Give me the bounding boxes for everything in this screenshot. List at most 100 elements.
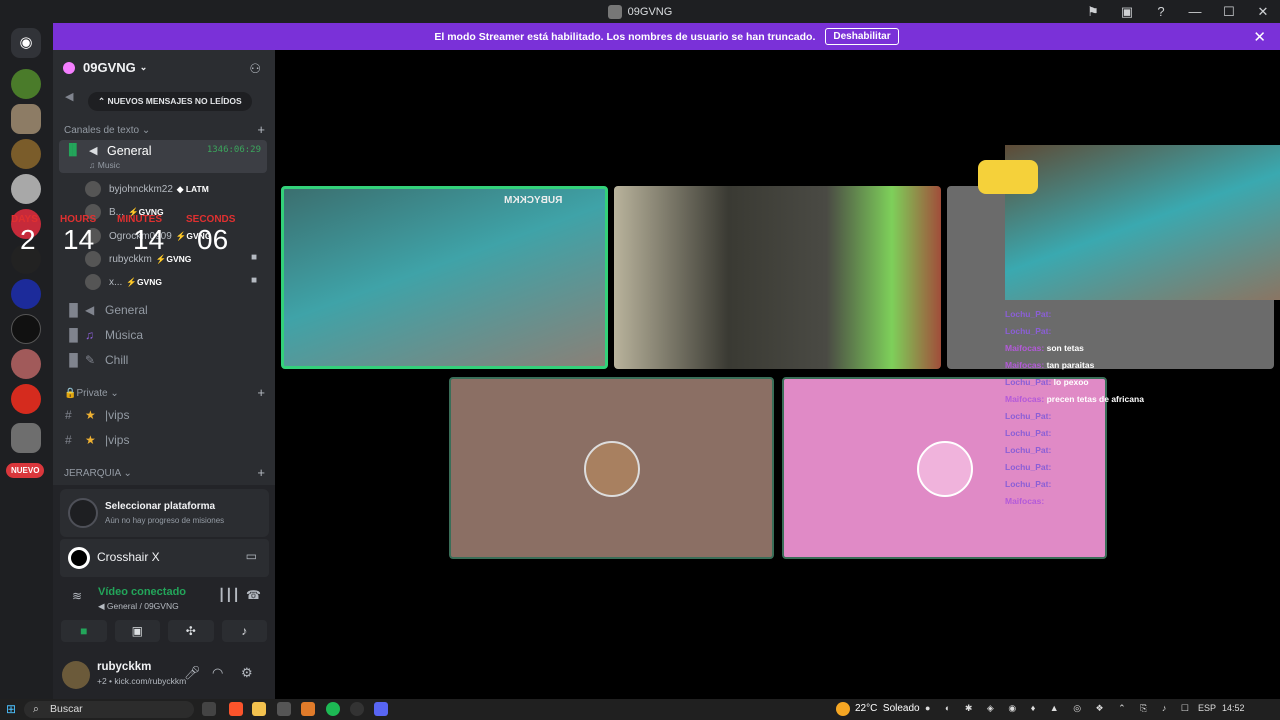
voice-status-subtitle[interactable]: ◀ General / 09GVNG [98,601,179,612]
chat-message: Maifocas: tan paraitas [1005,360,1095,370]
screen-icon[interactable]: ▣ [1110,4,1144,20]
camera-icon: ■ [251,252,258,263]
chat-message: Lochu_Pat: [1005,428,1052,438]
disable-streamer-button[interactable]: Deshabilitar [825,28,899,45]
chat-message: Lochu_Pat: [1005,445,1052,455]
app-icon[interactable] [277,702,291,716]
gear-icon[interactable]: ⚙ [241,665,253,681]
add-channel-icon[interactable]: + [257,122,265,137]
speaker-icon: ◀ [89,145,98,157]
server-icon-pepe[interactable] [11,69,41,99]
quest-icon [68,498,98,528]
minimize-button[interactable]: — [1178,4,1212,19]
speaker-icon: ◀ [65,91,74,103]
server-icon-4[interactable] [11,174,41,204]
avatar [85,274,101,290]
weather-text[interactable]: 22°C Soleado [855,703,920,714]
chat-message: Lochu_Pat: [1005,309,1052,319]
activity-card[interactable]: Crosshair X ▭ [60,539,269,577]
chat-message: Lochu_Pat: [1005,326,1052,336]
taskbar: ⊞ ⌕ Buscar 22°C Soleado ● ◐ ✱ ◈ ◉ ♦ ▲ ◎ ❖… [0,699,1280,720]
server-icon-rubyckkm[interactable] [11,139,41,169]
add-channel-icon[interactable]: + [257,385,265,400]
voice-status-title: Vídeo conectado [98,586,187,598]
clock[interactable]: 14:52 [1222,703,1245,713]
category-jerarquia[interactable]: JERARQUIA ⌄ [64,468,132,479]
activity-name: Crosshair X [97,550,160,564]
quest-card[interactable]: Seleccionar plataforma Aún no hay progre… [60,489,269,537]
voice-channel-status: ♫ Music [89,160,120,170]
category-private[interactable]: 🔒Private ⌄ [64,388,119,399]
server-name: 09GVNG [83,60,136,75]
server-icon-09gvng[interactable] [11,104,41,134]
user-bar: rubyckkm +2 • kick.com/rubyckkm 🎤︎ ◠ ⚙ [53,655,275,699]
voice-channel-general[interactable]: ▐▌ ◀ General ♫ Music 1346:06:29 [59,140,267,173]
windows-start-icon[interactable]: ⊞ [6,702,16,716]
spotify-icon[interactable] [326,702,340,716]
video-tile-stream[interactable]: RUBYCKKM [281,186,608,369]
maximize-button[interactable]: ☐ [1212,4,1246,20]
server-header[interactable]: 09GVNG ⌄ [63,60,147,75]
add-channel-icon[interactable]: + [257,465,265,480]
discord-home-icon[interactable]: ◉ [11,28,41,58]
file-explorer-icon[interactable] [252,702,266,716]
stream-game-icon[interactable]: ▭ [246,549,257,563]
close-button[interactable]: ✕ [1246,4,1280,20]
quest-subtitle: Aún no hay progreso de misiones [105,516,225,525]
app-icon[interactable] [301,702,315,716]
video-tile-camera[interactable] [614,186,941,369]
task-view-icon[interactable] [202,702,216,716]
minutes-value: 14 [133,224,165,255]
soundboard-button[interactable]: ♪ [221,620,267,642]
server-icon-chile[interactable] [11,384,41,414]
title-bar: 09GVNG ⚑ ▣ ? — ☐ ✕ [0,0,1280,23]
chat-message: Lochu_Pat: [1005,479,1052,489]
category-text-channels[interactable]: Canales de texto ⌄ [64,125,150,136]
avatar[interactable] [62,661,90,689]
user-tag: ⚡GVNG [126,276,162,287]
quest-title: Seleccionar plataforma [105,501,216,512]
add-user-icon[interactable]: ⚇ [249,61,261,77]
taskbar-search[interactable]: ⌕ Buscar [24,701,194,718]
server-icon-11[interactable] [11,423,41,453]
brave-icon[interactable] [229,702,243,716]
voice-user[interactable]: x... ⚡GVNG [85,274,162,290]
disconnect-icon[interactable]: ☎ [246,588,261,602]
speaker-icon: ◀ [85,303,95,317]
language-indicator[interactable]: ESP [1198,703,1216,713]
user-panel: Seleccionar plataforma Aún no hay progre… [53,485,275,699]
help-icon[interactable]: ? [1144,4,1178,19]
connection-icon[interactable]: ≋ [72,589,82,603]
voice-user[interactable]: byjohnckkm22 ◆ LATM [85,181,209,197]
star-icon: ★ [85,433,96,447]
noise-suppression-icon[interactable]: ┃┃┃ [218,588,240,602]
channel-vips[interactable]: # ★ | vips [65,408,129,422]
discord-icon[interactable] [374,702,388,716]
server-list: ◉ NUEVO [0,23,53,699]
inbox-icon[interactable]: ⚑ [1076,4,1110,20]
unread-pill[interactable]: ⌃ NUEVOS MENSAJES NO LEÍDOS [88,92,252,111]
channel-general1[interactable]: ▐▌ ◀ General [65,303,148,317]
app-icon[interactable] [350,702,364,716]
window-controls: ⚑ ▣ ? — ☐ ✕ [1076,0,1280,23]
server-icon-7[interactable] [11,279,41,309]
crosshair-icon [68,547,90,569]
video-popout-preview[interactable] [1005,145,1280,300]
activities-button[interactable]: ✣ [168,620,214,642]
avatar [584,441,640,497]
headphones-icon[interactable]: ◠ [212,665,223,681]
avatar-tile-1[interactable] [449,377,774,559]
mic-icon[interactable]: 🎤︎ [184,665,201,681]
server-icon-8[interactable] [11,314,41,344]
avatar [85,181,101,197]
close-icon[interactable]: ✕ [1253,28,1266,46]
chevron-down-icon: ⌄ [139,62,148,72]
server-icon-9[interactable] [11,349,41,379]
screen-share-button[interactable]: ▣ [114,620,160,642]
channel-vips[interactable]: # ★ | vips [65,433,129,447]
camera-button[interactable]: ■ [61,620,107,642]
system-tray-icons[interactable]: ● ◐ ✱ ◈ ◉ ♦ ▲ ◎ ❖ ⌃ ⎘ ♪ ☐ [925,703,1195,714]
channel-chill[interactable]: ▐▌ ✎ Chill [65,353,128,367]
chat-message: Lochu_Pat: lo pexoo [1005,377,1089,387]
channel-musica[interactable]: ▐▌ ♫ Música [65,328,143,342]
